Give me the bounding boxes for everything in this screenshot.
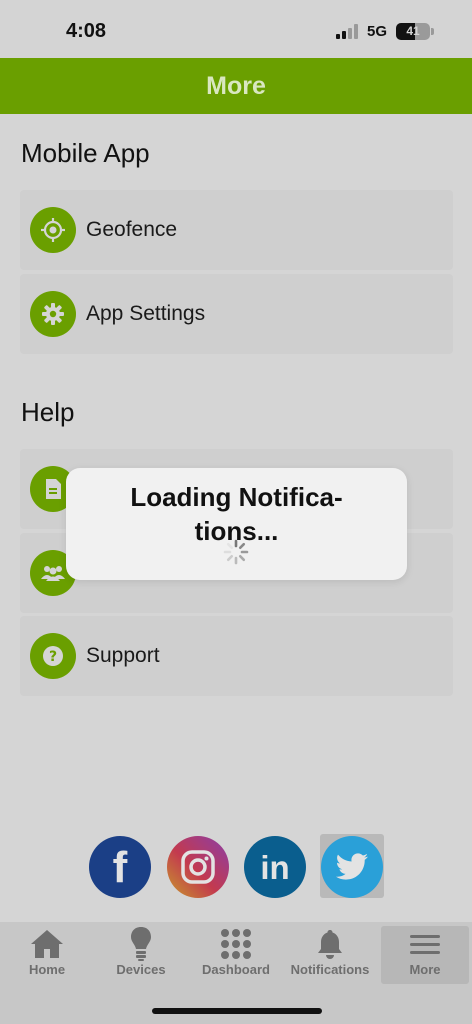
tab-devices[interactable]: Devices xyxy=(97,926,185,984)
battery-tip xyxy=(431,28,434,35)
loading-spinner-icon xyxy=(222,538,250,566)
menu-item-geofence[interactable]: Geofence xyxy=(20,190,453,270)
linkedin-icon[interactable]: in xyxy=(244,836,306,898)
svg-text:in: in xyxy=(260,849,289,886)
question-icon: ? xyxy=(30,633,76,679)
menu-item-label: Geofence xyxy=(86,218,178,241)
tab-dashboard[interactable]: Dashboard xyxy=(192,926,280,984)
instagram-icon[interactable] xyxy=(167,836,229,898)
signal-icon xyxy=(336,24,360,39)
header-bar: More xyxy=(0,58,472,114)
tab-more[interactable]: More xyxy=(381,926,469,984)
home-icon xyxy=(29,926,65,962)
section-title-mobile-app: Mobile App xyxy=(21,138,150,168)
network-type: 5G xyxy=(367,23,388,40)
menu-icon xyxy=(409,926,441,962)
crosshair-icon xyxy=(30,207,76,253)
menu-item-label: App Settings xyxy=(86,302,206,325)
status-time: 4:08 xyxy=(66,20,107,42)
bell-icon xyxy=(315,926,345,962)
lightbulb-icon xyxy=(129,926,153,962)
tab-notifications[interactable]: Notifications xyxy=(286,926,374,984)
tab-label: More xyxy=(409,962,441,977)
status-bar: 4:08 5G 41 xyxy=(0,0,472,60)
page-title: More xyxy=(206,71,266,100)
tab-label: Notifications xyxy=(290,962,370,977)
loading-text: Loading Notifica-tions... xyxy=(130,482,343,546)
tab-label: Home xyxy=(28,962,66,977)
battery-percent: 41 xyxy=(406,24,420,38)
svg-text:?: ? xyxy=(49,649,57,665)
twitter-icon[interactable] xyxy=(321,836,383,898)
facebook-icon[interactable]: f xyxy=(89,836,151,898)
section-title-help: Help xyxy=(21,397,75,427)
home-indicator xyxy=(152,1008,322,1014)
menu-item-support[interactable]: ? Support xyxy=(20,616,453,696)
svg-text:f: f xyxy=(113,843,128,892)
gear-icon xyxy=(30,291,76,337)
menu-item-label: Support xyxy=(86,644,160,667)
tab-home[interactable]: Home xyxy=(3,926,91,984)
menu-item-app-settings[interactable]: App Settings xyxy=(20,274,453,354)
tab-label: Dashboard xyxy=(202,962,270,977)
tab-label: Devices xyxy=(116,962,166,977)
grid-icon xyxy=(220,926,252,962)
battery-icon: 41 xyxy=(396,23,430,40)
